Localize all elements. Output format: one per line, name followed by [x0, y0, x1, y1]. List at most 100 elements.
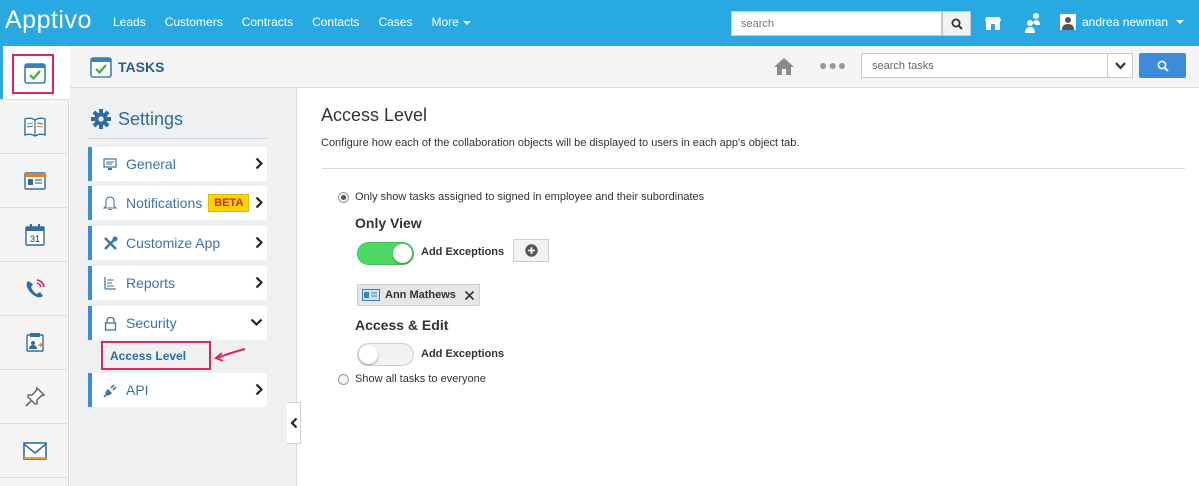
rail-item-pins[interactable] [0, 370, 69, 424]
divider [321, 168, 1185, 169]
sub-item-access-level[interactable]: Access Level [101, 341, 211, 370]
beta-badge: BETA [208, 194, 250, 212]
access-edit-exceptions-toggle[interactable] [357, 343, 414, 366]
search-filter-dropdown[interactable] [1108, 53, 1133, 78]
settings-item-notifications[interactable]: Notifications BETA [88, 186, 267, 220]
settings-item-reports[interactable]: Reports [88, 266, 267, 300]
more-options-icon[interactable]: ●●● [819, 57, 847, 73]
chevron-down-icon [250, 318, 263, 327]
user-menu[interactable]: andrea newman [1060, 14, 1185, 30]
app-title[interactable]: TASKS [90, 56, 164, 78]
only-view-title: Only View [355, 215, 422, 231]
tools-icon [102, 236, 118, 251]
toggle-knob [393, 244, 412, 263]
radio-option-subordinates-label: Only show tasks assigned to signed in em… [355, 191, 705, 203]
bell-icon [102, 196, 118, 210]
gear-icon [91, 109, 111, 129]
search-icon [951, 18, 963, 30]
plug-icon [102, 383, 118, 398]
avatar-icon [1060, 14, 1076, 30]
chevron-down-icon [1176, 20, 1185, 24]
radio-option-everyone[interactable] [338, 374, 349, 385]
chevron-right-icon [255, 383, 263, 396]
radio-option-subordinates[interactable] [338, 192, 349, 203]
home-icon[interactable] [773, 56, 795, 76]
nav-link-contracts[interactable]: Contracts [242, 15, 293, 29]
settings-sidebar: Settings General Notifications BETA Cust… [70, 88, 297, 486]
contact-card-icon [362, 289, 380, 301]
people-icon[interactable] [1022, 12, 1042, 34]
annotation-arrow-icon [214, 348, 246, 362]
rail-item-calendar[interactable]: 31 [0, 208, 69, 262]
nav-link-cases[interactable]: Cases [378, 15, 412, 29]
apptivo-logo[interactable]: Apptivo [5, 6, 92, 35]
global-search-button[interactable] [942, 11, 971, 36]
calendar-icon: 31 [24, 223, 45, 246]
app-rail: 31 [0, 46, 69, 486]
page-description: Configure how each of the collaboration … [321, 137, 800, 149]
only-view-exceptions-toggle[interactable] [357, 242, 414, 265]
rail-item-mail[interactable] [0, 424, 69, 478]
settings-item-label: General [126, 156, 176, 172]
close-icon[interactable] [464, 290, 475, 301]
nav-link-contacts[interactable]: Contacts [312, 15, 359, 29]
rail-item-contacts[interactable] [0, 154, 69, 208]
app-store-icon[interactable] [984, 14, 1002, 32]
task-search-button[interactable] [1139, 53, 1186, 78]
monitor-icon [102, 157, 118, 171]
top-nav-links: Leads Customers Contracts Contacts Cases… [113, 15, 490, 29]
report-icon [102, 276, 118, 290]
id-card-icon [25, 332, 44, 352]
settings-item-customize-app[interactable]: Customize App [88, 226, 267, 260]
settings-title: Settings [90, 108, 183, 130]
user-name: andrea newman [1082, 15, 1169, 29]
highlight-box [12, 54, 54, 94]
settings-item-security[interactable]: Security [88, 306, 267, 340]
rail-item-tasks[interactable] [0, 46, 69, 100]
nav-link-leads[interactable]: Leads [113, 15, 146, 29]
chip-label: Ann Mathews [385, 289, 456, 301]
calendar-day: 31 [29, 234, 39, 244]
rail-item-employees[interactable] [0, 316, 69, 370]
access-level-content: Access Level Configure how each of the c… [298, 88, 1199, 486]
settings-item-label: Notifications [126, 195, 203, 211]
access-edit-title: Access & Edit [355, 317, 449, 333]
settings-item-general[interactable]: General [88, 147, 267, 181]
chevron-right-icon [255, 157, 263, 170]
pin-icon [24, 386, 45, 407]
chevron-left-icon [289, 417, 297, 429]
app-title-label: TASKS [118, 59, 165, 75]
phone-icon [26, 278, 45, 297]
add-exceptions-label: Add Exceptions [421, 246, 505, 258]
tasks-icon [90, 57, 112, 78]
rail-item-calls[interactable] [0, 262, 69, 316]
book-icon [23, 117, 46, 137]
chevron-right-icon [255, 236, 263, 249]
settings-item-label: Customize App [126, 235, 221, 251]
settings-item-api[interactable]: API [88, 373, 267, 407]
settings-item-label: API [126, 382, 149, 398]
chevron-right-icon [255, 196, 263, 209]
settings-item-label: Security [126, 315, 177, 331]
rail-item-notebook[interactable] [0, 100, 69, 154]
global-search-input[interactable]: search [731, 11, 942, 36]
page-title: Access Level [321, 105, 428, 125]
exception-chip-ann-mathews: Ann Mathews [357, 284, 480, 306]
nav-link-customers[interactable]: Customers [165, 15, 223, 29]
add-exceptions-label: Add Exceptions [421, 348, 505, 360]
settings-item-label: Reports [126, 275, 176, 291]
search-icon [1157, 60, 1169, 72]
plus-circle-icon [524, 244, 538, 257]
radio-option-everyone-label: Show all tasks to everyone [355, 373, 486, 385]
contact-card-icon [23, 171, 46, 190]
nav-more-menu[interactable]: More [431, 15, 470, 29]
chevron-down-icon [1114, 61, 1126, 70]
settings-title-label: Settings [118, 108, 184, 129]
task-search-input[interactable]: search tasks [861, 53, 1108, 78]
app-header: TASKS ●●● search tasks [70, 46, 1199, 88]
toggle-knob [359, 345, 378, 364]
add-exception-button[interactable] [513, 239, 549, 262]
top-nav-bar: Apptivo Leads Customers Contracts Contac… [0, 0, 1199, 46]
divider [88, 138, 267, 139]
chevron-right-icon [255, 276, 263, 289]
